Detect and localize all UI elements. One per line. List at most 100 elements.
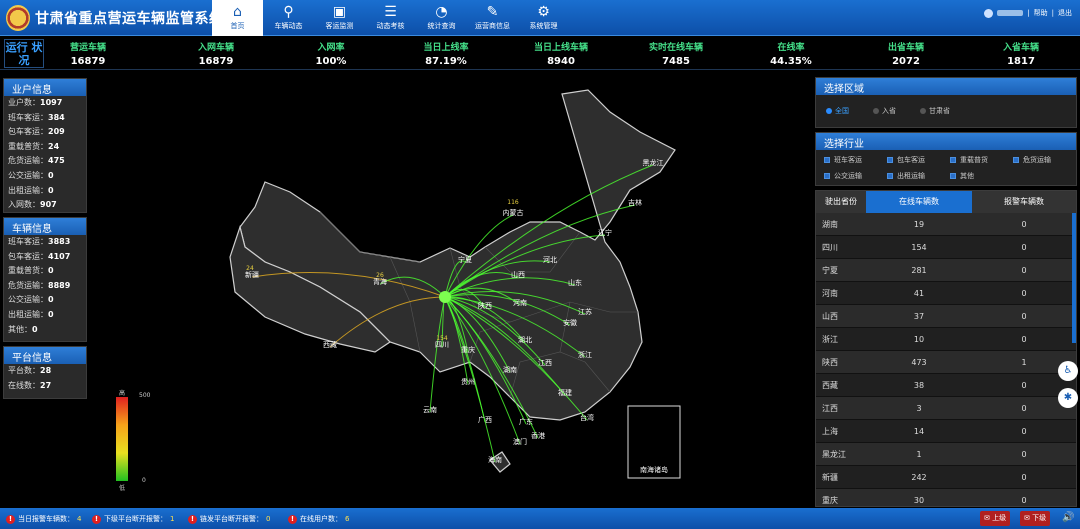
info-value: 8889 (48, 280, 71, 290)
alert-label: 当日报警车辆数： (18, 515, 74, 523)
province-label[interactable]: 河南 (513, 298, 527, 307)
industry-checkbox[interactable]: 班车客运 (824, 155, 887, 165)
alert-label: 在线用户数： (300, 515, 342, 523)
alert-item[interactable]: ! 在线用户数： 6 (288, 514, 349, 524)
province-label[interactable]: 江苏 (578, 307, 592, 316)
info-row: 在线数：27 (4, 379, 86, 394)
industry-checkbox[interactable]: 其他 (950, 171, 1013, 181)
network-icon[interactable]: ✱ (1058, 388, 1078, 408)
province-label[interactable]: 山东 (568, 278, 582, 287)
industry-checkbox[interactable]: 重载普货 (950, 155, 1013, 165)
table-row[interactable]: 陕西 473 1 (816, 351, 1076, 374)
table-row[interactable]: 浙江 10 0 (816, 328, 1076, 351)
nav-tab-label: 系统管理 (529, 22, 558, 30)
province-label[interactable]: 山西 (511, 270, 525, 279)
info-label: 重载普货： (8, 141, 48, 151)
province-label[interactable]: 宁夏 (458, 255, 472, 264)
nav-tab[interactable]: ▣ 客运监测 (314, 0, 365, 36)
table-row[interactable]: 宁夏 281 0 (816, 259, 1076, 282)
province-label[interactable]: 吉林 (628, 198, 642, 207)
table-row[interactable]: 重庆 30 0 (816, 489, 1076, 506)
info-label: 其他： (8, 324, 32, 334)
nav-tab[interactable]: ☰ 动态考核 (365, 0, 416, 36)
alert-label: 下级平台断开报警： (104, 515, 167, 523)
table-cell: 0 (1021, 496, 1027, 505)
info-row: 包车客运：4107 (4, 250, 86, 265)
table-row[interactable]: 四川 154 0 (816, 236, 1076, 259)
region-radio[interactable]: 甘肃省 (920, 106, 950, 116)
province-label[interactable]: 香港 (531, 431, 545, 440)
nav-tab[interactable]: ⌂ 首页 (212, 0, 263, 36)
nav-tab[interactable]: ⚲ 车辆动态 (263, 0, 314, 36)
province-label[interactable]: 黑龙江 (643, 158, 664, 167)
stat-label: 入网车辆 (197, 43, 234, 53)
province-label[interactable]: 云南 (423, 405, 437, 414)
province-label[interactable]: 贵州 (461, 377, 475, 386)
col-header[interactable]: 在线车辆数 (866, 191, 972, 213)
region-radio[interactable]: 全国 (826, 106, 849, 116)
alert-item[interactable]: ! 下级平台断开报警： 1 (92, 514, 174, 524)
table-row[interactable]: 山西 37 0 (816, 305, 1076, 328)
checkbox-label: 包车客运 (897, 156, 925, 164)
info-row: 出租运输：0 (4, 184, 86, 199)
industry-checkbox[interactable]: 包车客运 (887, 155, 950, 165)
radio-label: 全国 (835, 107, 849, 115)
table-cell: 黑龙江 (822, 450, 846, 459)
province-label[interactable]: 四川 (435, 341, 449, 349)
province-label[interactable]: 广东 (519, 417, 533, 426)
province-label[interactable]: 内蒙古 (503, 208, 524, 217)
province-label[interactable]: 湖南 (503, 365, 517, 374)
table-row[interactable]: 江西 3 0 (816, 397, 1076, 420)
col-header[interactable]: 报警车辆数 (972, 191, 1076, 213)
province-label[interactable]: 海南 (488, 455, 502, 464)
pie-chart-icon: ◔ (435, 4, 448, 20)
help-link[interactable]: 帮助 (1034, 8, 1048, 18)
province-label[interactable]: 重庆 (461, 345, 475, 354)
accessibility-icon[interactable]: ♿ (1058, 361, 1078, 381)
table-row[interactable]: 黑龙江 1 0 (816, 443, 1076, 466)
table-row[interactable]: 上海 14 0 (816, 420, 1076, 443)
nav-tab[interactable]: ✎ 运营商信息 (467, 0, 518, 36)
province-label[interactable]: 西藏 (323, 340, 337, 349)
stat-value: 87.19% (425, 56, 467, 67)
table-cell: 19 (913, 220, 925, 229)
checklist-icon: ☰ (384, 4, 397, 20)
table-row[interactable]: 新疆 242 0 (816, 466, 1076, 489)
table-row[interactable]: 西藏 38 0 (816, 374, 1076, 397)
info-value: 907 (40, 200, 57, 210)
china-flow-map[interactable]: 黑龙江吉林辽宁内蒙古新疆西藏青海四川宁夏山西河北山东河南陕西湖北安徽江苏浙江江西… (90, 72, 812, 506)
stat-item: 营运车辆 16879 (42, 40, 134, 67)
province-label[interactable]: 陕西 (478, 301, 492, 310)
upper-platform-button[interactable]: ✉ 上级 (980, 511, 1011, 526)
table-scrollbar[interactable] (1072, 213, 1076, 343)
alert-item[interactable]: ! 链发平台断开报警： 0 (188, 514, 270, 524)
industry-checkbox[interactable]: 公交运输 (824, 171, 887, 181)
province-label[interactable]: 辽宁 (598, 228, 612, 237)
province-label[interactable]: 河北 (543, 256, 557, 264)
nav-tab[interactable]: ◔ 统计查询 (416, 0, 467, 36)
province-label[interactable]: 福建 (558, 388, 572, 397)
checkbox-label: 公交运输 (834, 172, 862, 180)
table-row[interactable]: 湖南 19 0 (816, 213, 1076, 236)
province-label[interactable]: 澳门 (513, 437, 527, 446)
province-label[interactable]: 台湾 (580, 413, 594, 422)
table-row[interactable]: 河南 41 0 (816, 282, 1076, 305)
nav-tab-label: 动态考核 (376, 22, 405, 30)
province-label[interactable]: 浙江 (578, 350, 592, 359)
province-label[interactable]: 江西 (538, 359, 552, 367)
stats-heading: 运行 状况 (4, 39, 44, 68)
lower-platform-button[interactable]: ✉ 下级 (1020, 511, 1051, 526)
username[interactable] (997, 10, 1024, 16)
province-label[interactable]: 湖北 (518, 335, 532, 344)
nav-tab[interactable]: ⚙ 系统管理 (518, 0, 569, 36)
logout-link[interactable]: 退出 (1058, 8, 1072, 18)
user-icon[interactable] (984, 8, 994, 18)
industry-checkbox[interactable]: 危货运输 (1013, 155, 1076, 165)
industry-checkbox[interactable]: 出租运输 (887, 171, 950, 181)
speaker-icon[interactable]: 🔊 (1062, 512, 1074, 523)
province-label[interactable]: 安徽 (563, 318, 577, 327)
province-label[interactable]: 广西 (478, 415, 492, 424)
region-radio[interactable]: 入省 (873, 106, 896, 116)
alert-item[interactable]: ! 当日报警车辆数： 4 (6, 514, 81, 524)
col-header[interactable]: 驶出省份 (816, 191, 866, 213)
